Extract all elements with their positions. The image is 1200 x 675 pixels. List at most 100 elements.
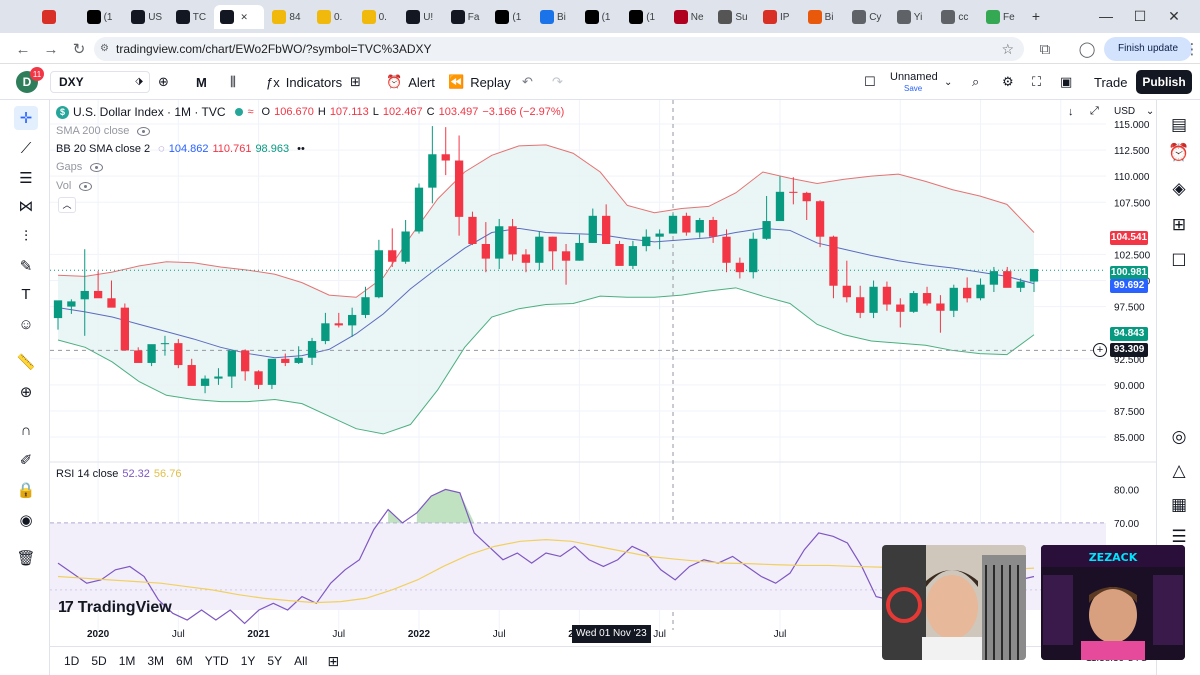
add-plus-icon[interactable]: +	[1093, 343, 1107, 357]
calendar-icon[interactable]: ▦	[1166, 492, 1192, 518]
quick-search-icon[interactable]: ⌕	[972, 71, 979, 93]
browser-tab[interactable]: Yi	[891, 5, 935, 29]
url-input[interactable]: ⚙ tradingview.com/chart/EWo2FbWO/?symbol…	[94, 37, 1024, 61]
forward-arrow-icon[interactable]: →	[40, 38, 62, 60]
extensions-puzzle-icon[interactable]: ⧉	[1034, 38, 1056, 60]
fullscreen-icon[interactable]: ⛶	[1032, 71, 1041, 93]
fib-levels-icon[interactable]: ☰	[14, 166, 38, 190]
finish-update-button[interactable]: Finish update	[1104, 37, 1192, 61]
browser-tab[interactable]: Cy	[846, 5, 890, 29]
emoji-smile-icon[interactable]: ☺	[14, 312, 38, 336]
lock-icon[interactable]: 🔒	[14, 478, 38, 502]
snapshot-camera-icon[interactable]: ▣	[1060, 71, 1072, 93]
range-button[interactable]: 5D	[85, 651, 112, 671]
more-dots-icon[interactable]: ••	[297, 143, 305, 155]
sma-legend[interactable]: SMA 200 close	[56, 123, 151, 139]
minimize-icon[interactable]: —	[1096, 6, 1116, 26]
layout-templates-icon[interactable]: ⊞	[350, 71, 361, 93]
trash-icon[interactable]: 🗑	[14, 546, 38, 570]
alarm-clock-icon[interactable]: ⏰	[1166, 140, 1192, 166]
hidden-eye-icon[interactable]	[137, 126, 151, 136]
brush-icon[interactable]: ✎	[14, 254, 38, 278]
back-arrow-icon[interactable]: ←	[12, 38, 34, 60]
browser-tab[interactable]	[36, 5, 80, 29]
browser-tab[interactable]: (1	[579, 5, 623, 29]
scroll-down-arrow-icon[interactable]: ↓	[1068, 106, 1074, 118]
chat-bubble-icon[interactable]: ☐	[1166, 248, 1192, 274]
range-button[interactable]: 3M	[141, 651, 170, 671]
close-tab-icon[interactable]: ✕	[240, 12, 248, 23]
target-icon[interactable]: ◎	[1166, 424, 1192, 450]
alert-button[interactable]: ⏰ Alert	[386, 71, 435, 93]
go-to-date-calendar-icon[interactable]: ⊞	[327, 653, 339, 670]
browser-tab[interactable]: Bi	[802, 5, 846, 29]
browser-tab[interactable]: Bi	[534, 5, 578, 29]
layout-chevron-down-icon[interactable]: ⌄	[944, 71, 952, 93]
range-button[interactable]: 1Y	[235, 651, 262, 671]
hide-eye-icon[interactable]: ◉	[14, 508, 38, 532]
redo-icon[interactable]: ↷	[552, 71, 563, 93]
new-tab-plus-icon[interactable]: +	[1026, 6, 1046, 26]
browser-tab[interactable]: ✕	[214, 5, 265, 29]
bb-legend[interactable]: BB 20 SMA close 2 ◌ 104.862 110.761 98.9…	[56, 141, 305, 157]
auto-scale-icon[interactable]: ⤢	[1090, 105, 1099, 118]
range-button[interactable]: All	[288, 651, 313, 671]
hidden-eye-icon[interactable]	[79, 181, 93, 191]
browser-tab[interactable]: cc	[935, 5, 979, 29]
hidden-eye-icon[interactable]	[90, 162, 104, 172]
currency-select[interactable]: USD ⌄	[1114, 106, 1154, 117]
range-button[interactable]: 5Y	[261, 651, 288, 671]
undo-icon[interactable]: ↶	[522, 71, 533, 93]
browser-tab[interactable]: (1	[623, 5, 667, 29]
symbol-options-icon[interactable]: ⬗	[135, 72, 143, 92]
candles-style-icon[interactable]: ⫼	[230, 71, 236, 93]
ideas-triangle-icon[interactable]: △	[1166, 458, 1192, 484]
calculator-icon[interactable]: ⊞	[1166, 212, 1192, 238]
layers-icon[interactable]: ◈	[1166, 176, 1192, 202]
profile-icon[interactable]: ◯	[1076, 38, 1098, 60]
browser-tab[interactable]: 0.	[356, 5, 400, 29]
browser-tab[interactable]: TC	[170, 5, 214, 29]
trend-line-icon[interactable]: ⟋	[14, 136, 38, 160]
browser-tab[interactable]: Fa	[445, 5, 489, 29]
publish-button[interactable]: Publish	[1136, 70, 1192, 94]
bookmark-star-icon[interactable]: ☆	[1001, 37, 1014, 61]
text-tool-icon[interactable]: T	[14, 282, 38, 306]
close-window-icon[interactable]: ✕	[1164, 6, 1184, 26]
browser-tab[interactable]: IP	[757, 5, 801, 29]
maximize-icon[interactable]: ☐	[1130, 6, 1150, 26]
range-button[interactable]: 1D	[58, 651, 85, 671]
indicators-button[interactable]: ƒx Indicators	[266, 71, 342, 93]
interval-button[interactable]: M	[196, 71, 207, 93]
browser-menu-icon[interactable]: ⋮	[1185, 38, 1200, 60]
site-info-icon[interactable]: ⚙	[100, 37, 109, 61]
range-button[interactable]: YTD	[199, 651, 235, 671]
range-button[interactable]: 1M	[113, 651, 142, 671]
patterns-icon[interactable]: ⋈	[14, 194, 38, 218]
range-button[interactable]: 6M	[170, 651, 199, 671]
ruler-icon[interactable]: 📏	[14, 350, 38, 374]
browser-tab[interactable]: U!	[400, 5, 444, 29]
layout-checkbox-icon[interactable]: ☐	[864, 71, 876, 93]
gaps-legend[interactable]: Gaps	[56, 159, 104, 175]
browser-tab[interactable]: US	[125, 5, 169, 29]
browser-tab[interactable]: (1	[81, 5, 125, 29]
compare-plus-icon[interactable]: ⊕	[158, 71, 169, 93]
browser-tab[interactable]: 84	[266, 5, 310, 29]
layout-name-button[interactable]: Unnamed Save	[890, 71, 938, 95]
stay-drawing-icon[interactable]: ✐	[14, 448, 38, 472]
browser-tab[interactable]: Fe	[980, 5, 1024, 29]
symbol-search-input[interactable]: DXY ⬗	[50, 71, 150, 93]
reload-icon[interactable]: ↻	[68, 38, 90, 60]
browser-tab[interactable]: (1	[489, 5, 533, 29]
trade-button[interactable]: Trade	[1094, 71, 1127, 93]
crosshair-icon[interactable]: ✛	[14, 106, 38, 130]
browser-tab[interactable]: 0.	[311, 5, 355, 29]
browser-tab[interactable]: Ne	[668, 5, 712, 29]
settings-gear-icon[interactable]: ⚙	[1002, 71, 1014, 93]
replay-button[interactable]: ⏪ Replay	[448, 71, 511, 93]
zoom-in-icon[interactable]: ⊕	[14, 380, 38, 404]
browser-tab[interactable]: Su	[712, 5, 756, 29]
watchlist-icon[interactable]: ▤	[1166, 112, 1192, 138]
collapse-legend-chevron-up-icon[interactable]: ︿	[58, 197, 76, 213]
